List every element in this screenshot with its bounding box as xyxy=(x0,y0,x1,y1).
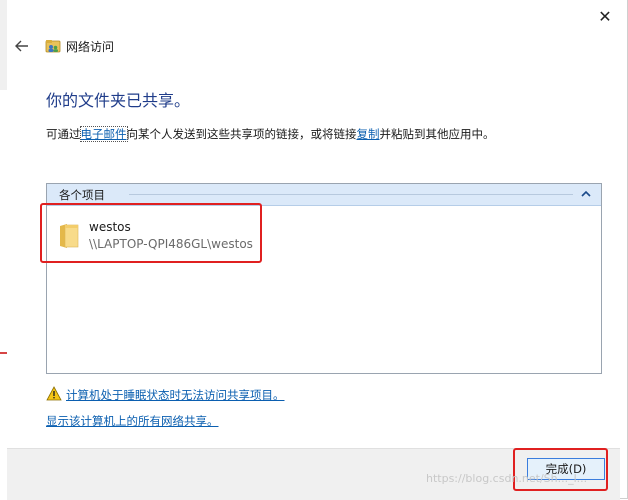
close-button[interactable]: ✕ xyxy=(590,4,620,28)
description-text-1: 可通过 xyxy=(46,127,81,141)
sharing-description: 可通过电子邮件向某个人发送到这些共享项的链接，或将链接复制并粘贴到其他应用中。 xyxy=(46,126,495,142)
window-title: 网络访问 xyxy=(66,40,115,54)
watermark-text: https://blog.csdn.net/Sh..._l... xyxy=(426,472,588,485)
description-text-3: 并粘贴到其他应用中。 xyxy=(379,127,495,141)
description-text-2: 向某个人发送到这些共享项的链接，或将链接 xyxy=(126,127,357,141)
background-red-line xyxy=(0,352,7,354)
group-header-divider xyxy=(129,194,573,195)
page-heading: 你的文件夹已共享。 xyxy=(46,91,191,110)
background-window-edge xyxy=(0,0,7,499)
back-arrow-icon xyxy=(15,40,28,52)
show-all-shares-link[interactable]: 显示该计算机上的所有网络共享。 xyxy=(46,413,219,429)
chevron-up-icon xyxy=(581,190,591,197)
close-icon: ✕ xyxy=(598,6,612,26)
group-header-label: 各个项目 xyxy=(59,188,105,202)
network-sharing-icon xyxy=(45,38,61,54)
collapse-group-button[interactable] xyxy=(579,186,593,200)
background-strip xyxy=(0,0,7,90)
sleep-warning-link[interactable]: 计算机处于睡眠状态时无法访问共享项目。 xyxy=(66,387,285,403)
warning-icon xyxy=(46,386,62,401)
email-link[interactable]: 电子邮件 xyxy=(79,126,128,142)
annotation-box-item xyxy=(40,203,262,263)
back-button[interactable] xyxy=(12,36,32,56)
copy-link[interactable]: 复制 xyxy=(357,127,380,141)
